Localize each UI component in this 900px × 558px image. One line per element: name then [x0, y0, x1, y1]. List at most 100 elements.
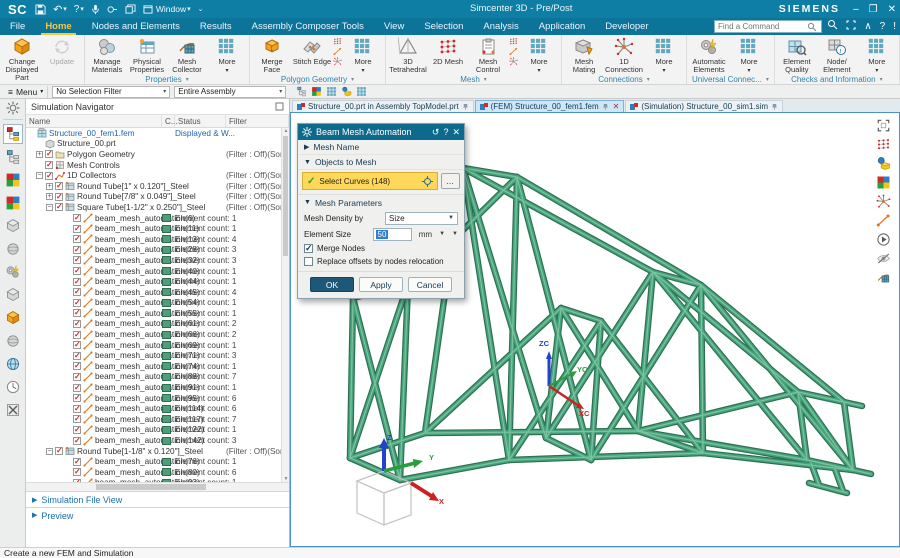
more-options-icon[interactable] — [356, 86, 367, 97]
group-dialog-launcher-icon[interactable]: ▾ — [880, 76, 883, 83]
post-navigator-icon[interactable] — [3, 147, 23, 167]
tree-row[interactable]: beam_mesh_automation(40)Element count: 1 — [26, 266, 282, 277]
tree-row[interactable]: beam_mesh_automation(54)Element count: 1 — [26, 298, 282, 309]
minimize-icon[interactable]: – — [853, 4, 859, 15]
find-command-input[interactable] — [715, 22, 807, 31]
small-command-icons[interactable] — [508, 36, 519, 66]
assembly-icon[interactable] — [3, 239, 23, 259]
color-palette-icon[interactable] — [875, 174, 892, 190]
tree-row[interactable]: beam_mesh_automation(13)Element count: 4 — [26, 234, 282, 245]
play-animation-icon[interactable] — [875, 231, 892, 247]
change-displayed-part-button[interactable]: Change Displayed Part▾ — [2, 36, 42, 91]
tree-row[interactable]: beam_mesh_automation(61)Element count: 2 — [26, 319, 282, 330]
visibility-checkbox[interactable] — [73, 405, 81, 413]
mesh-color-swatch[interactable] — [162, 384, 171, 392]
sim-navigator-icon[interactable] — [3, 124, 23, 144]
menu-tab-results[interactable]: Results — [190, 19, 242, 35]
mesh-color-swatch[interactable] — [162, 437, 171, 445]
mesh-color-swatch[interactable] — [162, 246, 171, 254]
tree-row[interactable]: beam_mesh_automation(114)Element count: … — [26, 403, 282, 414]
scroll-up-icon[interactable]: ▲ — [282, 128, 290, 134]
dialog-title-bar[interactable]: Beam Mesh Automation ↺ ? ✕ — [298, 124, 464, 140]
restore-icon[interactable]: ❐ — [869, 4, 878, 15]
replace-offsets-checkbox[interactable] — [304, 257, 313, 266]
visualization-icon[interactable] — [875, 155, 892, 171]
crosshair-icon[interactable] — [422, 176, 433, 187]
model-viewport[interactable]: ZC YC XC Z Y — [290, 112, 900, 547]
mesh-color-swatch[interactable] — [162, 394, 171, 402]
merge-nodes-checkbox[interactable] — [304, 244, 313, 253]
pin-icon[interactable] — [462, 103, 469, 111]
tree-row[interactable]: −Square Tube[1-1/2" x 0.250"]_Steel(Filt… — [26, 202, 282, 213]
3d-tetrahedral-button[interactable]: 3D Tetrahedral — [388, 36, 428, 74]
mesh-mating-button[interactable]: Mesh Mating — [564, 36, 604, 74]
close-tab-icon[interactable]: ✕ — [613, 102, 620, 111]
tree-row[interactable]: Mesh Controls — [26, 160, 282, 171]
tree-row[interactable]: beam_mesh_automation(80)Element count: 6 — [26, 467, 282, 478]
tree-row[interactable]: beam_mesh_automation(55)Element count: 1 — [26, 308, 282, 319]
view-orientation-triad[interactable] — [329, 435, 439, 535]
minimize-ribbon-icon[interactable]: ∧ — [864, 21, 871, 32]
undo-icon[interactable]: ↶▾ — [53, 3, 67, 16]
node-element-button[interactable]: iNode/ Element — [817, 36, 857, 74]
tree-row[interactable]: beam_mesh_automation(71)Element count: 3 — [26, 350, 282, 361]
menu-tab-analysis[interactable]: Analysis — [473, 19, 528, 35]
tree-row[interactable]: beam_mesh_automation(142)Element count: … — [26, 435, 282, 446]
mesh-collector-button[interactable]: Mesh Collector — [167, 36, 207, 74]
mesh-color-swatch[interactable] — [162, 225, 171, 233]
update-button[interactable]: Update — [42, 36, 82, 66]
mesh-collector-icon[interactable] — [875, 269, 892, 285]
more-button[interactable]: More▾ — [644, 36, 684, 75]
visibility-checkbox[interactable] — [73, 331, 81, 339]
gear-icon[interactable] — [3, 101, 23, 115]
close-icon[interactable]: ✕ — [888, 4, 896, 15]
grid-display-icon[interactable] — [326, 86, 337, 97]
pin-icon[interactable] — [771, 103, 778, 111]
connections-icon[interactable] — [3, 262, 23, 282]
visibility-checkbox[interactable] — [55, 203, 63, 211]
mesh-color-swatch[interactable] — [162, 256, 171, 264]
mesh-density-dropdown[interactable]: Size▼ — [385, 212, 458, 225]
menu-tab-selection[interactable]: Selection — [414, 19, 473, 35]
tree-row[interactable]: beam_mesh_automation(88)Element count: 7 — [26, 372, 282, 383]
column-name[interactable]: Name — [26, 115, 162, 127]
microphone-icon[interactable] — [91, 4, 100, 15]
tree-row[interactable]: +Round Tube[7/8" x 0.049"]_Steel(Filter … — [26, 192, 282, 203]
tree-row[interactable]: Structure_00_fem1.femDisplayed & W... — [26, 128, 282, 139]
physical-properties-button[interactable]: Physical Properties — [127, 36, 167, 74]
mesh-color-swatch[interactable] — [162, 405, 171, 413]
mesh-color-swatch[interactable] — [162, 352, 171, 360]
visibility-checkbox[interactable] — [73, 384, 81, 392]
apply-button[interactable]: Apply — [359, 277, 403, 292]
visibility-checkbox[interactable] — [73, 415, 81, 423]
mesh-color-swatch[interactable] — [162, 267, 171, 275]
tree-row[interactable]: beam_mesh_automation(45)Element count: 4 — [26, 287, 282, 298]
1d-connection-button[interactable]: 1D Connection — [604, 36, 644, 74]
alerts-icon[interactable]: ! — [893, 21, 896, 32]
history-icon[interactable] — [3, 377, 23, 397]
visibility-checkbox[interactable] — [73, 256, 81, 264]
node-label[interactable]: Structure_00_fem1.fem — [49, 129, 135, 138]
tree-row[interactable]: beam_mesh_automation(76)Element count: 1 — [26, 456, 282, 467]
visibility-checkbox[interactable] — [55, 182, 63, 190]
preview-section[interactable]: ▶Preview — [26, 507, 290, 547]
view-tab-3[interactable]: (Simulation) Structure_00_sim1.sim — [625, 100, 783, 112]
fit-view-icon[interactable] — [875, 117, 892, 133]
tree-row[interactable]: beam_mesh_automation(117)Element count: … — [26, 414, 282, 425]
tree-row[interactable]: −Round Tube[1-1/8" x 0.120"]_Steel(Filte… — [26, 446, 282, 457]
selection-filter-dropdown[interactable]: No Selection Filter▾ — [52, 86, 170, 98]
column-color[interactable]: C... — [162, 115, 175, 127]
visibility-checkbox[interactable] — [73, 309, 81, 317]
tree-row[interactable]: beam_mesh_automation(66)Element count: 2 — [26, 329, 282, 340]
command-prediction-icon[interactable] — [107, 5, 118, 14]
objects-to-mesh-section[interactable]: ▼ Objects to Mesh — [298, 155, 464, 170]
collapse-icon[interactable]: − — [36, 172, 43, 179]
part-tools-icon[interactable] — [3, 216, 23, 236]
element-size-input[interactable]: 50 — [373, 228, 412, 241]
visibility-checkbox[interactable] — [73, 267, 81, 275]
wcs-triad[interactable] — [527, 341, 607, 421]
collapse-icon[interactable]: − — [46, 204, 53, 211]
visibility-checkbox[interactable] — [73, 373, 81, 381]
view-tab-2[interactable]: (FEM) Structure_00_fem1.fem✕ — [475, 100, 625, 112]
collapse-icon[interactable]: − — [46, 448, 53, 455]
